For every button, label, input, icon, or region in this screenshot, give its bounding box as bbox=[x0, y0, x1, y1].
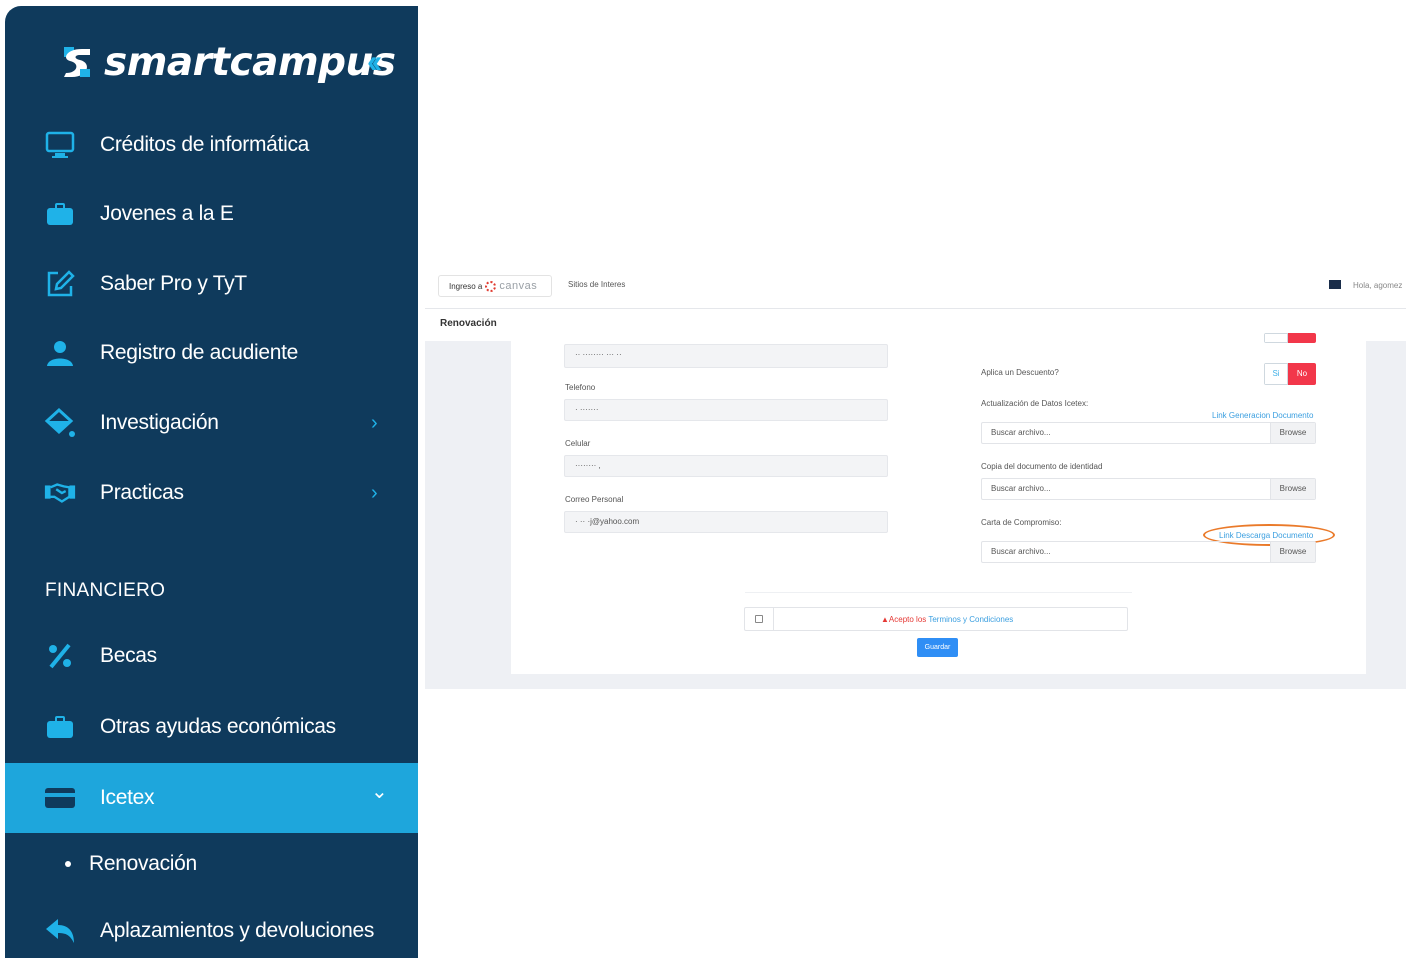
sidebar-item-label: Créditos de informática bbox=[100, 133, 310, 156]
sidebar-item-icetex[interactable]: Icetex ⌄ bbox=[5, 763, 418, 833]
bullet-icon bbox=[65, 861, 71, 867]
warning-icon: ▲ bbox=[881, 615, 889, 624]
sidebar-item-becas[interactable]: Becas bbox=[5, 623, 418, 689]
sidebar-subitem-renovacion[interactable]: Renovación bbox=[65, 844, 197, 884]
sidebar-item-label: Jovenes a la E bbox=[100, 202, 234, 225]
toggle-no[interactable]: No bbox=[1288, 363, 1316, 385]
canvas-prefix: Ingreso a bbox=[449, 281, 483, 291]
sidebar-item-creditos-informatica[interactable]: Créditos de informática bbox=[5, 112, 418, 178]
sidebar-item-label: Investigación bbox=[100, 411, 219, 434]
correo-label: Correo Personal bbox=[565, 495, 624, 504]
briefcase-icon bbox=[43, 197, 77, 231]
sidebar-item-label: Practicas bbox=[100, 481, 184, 504]
terms-checkbox-cell bbox=[745, 608, 774, 630]
actualizacion-file-input[interactable]: Buscar archivo... Browse bbox=[981, 422, 1316, 444]
terms-row: ▲Acepto los Terminos y Condiciones bbox=[744, 607, 1128, 631]
carta-file-input[interactable]: Buscar archivo... Browse bbox=[981, 541, 1316, 563]
sitios-de-interes-link[interactable]: Sitios de Interes bbox=[568, 280, 625, 289]
link-generacion-documento[interactable]: Link Generacion Documento bbox=[1212, 411, 1313, 420]
terms-prefix: Acepto los bbox=[888, 615, 929, 624]
toggle-si[interactable]: Si bbox=[1264, 363, 1288, 385]
sidebar: smartcampus ‹‹ Créditos de informática J… bbox=[5, 6, 418, 958]
previous-toggle-no[interactable] bbox=[1288, 333, 1316, 343]
page-title: Renovación bbox=[440, 318, 497, 329]
handshake-icon bbox=[43, 476, 77, 510]
celular-field[interactable]: ········ , bbox=[564, 455, 888, 477]
smartcampus-logo-icon bbox=[60, 43, 94, 81]
chevron-down-icon[interactable]: ⌄ bbox=[371, 779, 388, 804]
file-placeholder: Buscar archivo... bbox=[991, 547, 1051, 556]
carta-label: Carta de Compromiso: bbox=[981, 518, 1062, 527]
previous-toggle-si[interactable] bbox=[1264, 333, 1288, 343]
sidebar-item-label: Registro de acudiente bbox=[100, 341, 298, 364]
sidebar-item-label: Otras ayudas económicas bbox=[100, 715, 336, 738]
sidebar-item-label: Renovación bbox=[89, 852, 197, 875]
percent-icon bbox=[43, 639, 77, 673]
browse-button[interactable]: Browse bbox=[1270, 542, 1315, 562]
copia-file-input[interactable]: Buscar archivo... Browse bbox=[981, 478, 1316, 500]
user-greeting[interactable]: Hola, agomez bbox=[1353, 281, 1402, 290]
divider bbox=[745, 592, 1132, 593]
canvas-login-button[interactable]: Ingreso a canvas bbox=[438, 275, 552, 297]
renovacion-screenshot: Ingreso a canvas Sitios de Interes Hola,… bbox=[425, 268, 1406, 689]
monitor-icon bbox=[43, 128, 77, 162]
sidebar-item-jovenes-a-la-e[interactable]: Jovenes a la E bbox=[5, 181, 418, 247]
canvas-logo-icon bbox=[485, 280, 497, 292]
sidebar-item-registro-acudiente[interactable]: Registro de acudiente bbox=[5, 320, 418, 386]
briefcase-icon bbox=[43, 710, 77, 744]
breadcrumb: Renovación bbox=[425, 309, 1406, 341]
user-icon bbox=[43, 336, 77, 370]
previous-toggle[interactable] bbox=[1264, 333, 1316, 343]
credit-card-icon bbox=[43, 781, 77, 815]
actualizacion-label: Actualización de Datos Icetex: bbox=[981, 399, 1089, 408]
brand-logo[interactable]: smartcampus bbox=[60, 32, 396, 92]
correo-field[interactable]: · ·· ·j@yahoo.com bbox=[564, 511, 888, 533]
sidebar-item-label: Icetex bbox=[100, 786, 155, 809]
descuento-label: Aplica un Descuento? bbox=[981, 368, 1059, 377]
sidebar-item-otras-ayudas[interactable]: Otras ayudas económicas bbox=[5, 694, 418, 760]
terms-text: ▲Acepto los Terminos y Condiciones bbox=[881, 615, 1013, 624]
sidebar-item-practicas[interactable]: Practicas › bbox=[5, 460, 418, 526]
name-field[interactable]: ·· ········ ··· ·· bbox=[564, 344, 888, 368]
sidebar-item-investigacion[interactable]: Investigación › bbox=[5, 390, 418, 456]
section-title-financiero: FINANCIERO bbox=[45, 580, 166, 601]
browse-button[interactable]: Browse bbox=[1270, 479, 1315, 499]
double-chevron-left-icon[interactable]: ‹‹ bbox=[367, 43, 383, 80]
edit-icon bbox=[43, 267, 77, 301]
sidebar-item-label: Saber Pro y TyT bbox=[100, 272, 247, 295]
terms-checkbox[interactable] bbox=[755, 615, 763, 623]
chevron-right-icon[interactable]: › bbox=[371, 482, 378, 505]
celular-label: Celular bbox=[565, 439, 591, 448]
file-placeholder: Buscar archivo... bbox=[991, 484, 1051, 493]
telefono-field[interactable]: · ······· bbox=[564, 399, 888, 421]
file-placeholder: Buscar archivo... bbox=[991, 428, 1051, 437]
terms-link[interactable]: Terminos y Condiciones bbox=[928, 615, 1013, 624]
canvas-word: canvas bbox=[499, 280, 538, 292]
sidebar-item-label: Aplazamientos y devoluciones bbox=[100, 919, 375, 942]
flask-icon bbox=[43, 406, 77, 440]
descuento-toggle[interactable]: Si No bbox=[1264, 363, 1316, 385]
sidebar-item-aplazamientos[interactable]: Aplazamientos y devoluciones bbox=[5, 898, 418, 958]
reply-icon bbox=[43, 914, 77, 948]
copia-label: Copia del documento de identidad bbox=[981, 462, 1103, 471]
sidebar-item-label: Becas bbox=[100, 644, 157, 667]
guardar-button[interactable]: Guardar bbox=[917, 638, 958, 657]
chevron-right-icon[interactable]: › bbox=[371, 412, 378, 435]
sidebar-item-saber-pro[interactable]: Saber Pro y TyT bbox=[5, 251, 418, 317]
browse-button[interactable]: Browse bbox=[1270, 423, 1315, 443]
form-card: ·· ········ ··· ·· Telefono · ······· Ce… bbox=[511, 333, 1366, 674]
mail-icon[interactable] bbox=[1329, 280, 1341, 289]
telefono-label: Telefono bbox=[565, 383, 596, 392]
brand-name: smartcampus bbox=[104, 39, 396, 85]
top-bar: Ingreso a canvas Sitios de Interes Hola,… bbox=[425, 268, 1406, 309]
